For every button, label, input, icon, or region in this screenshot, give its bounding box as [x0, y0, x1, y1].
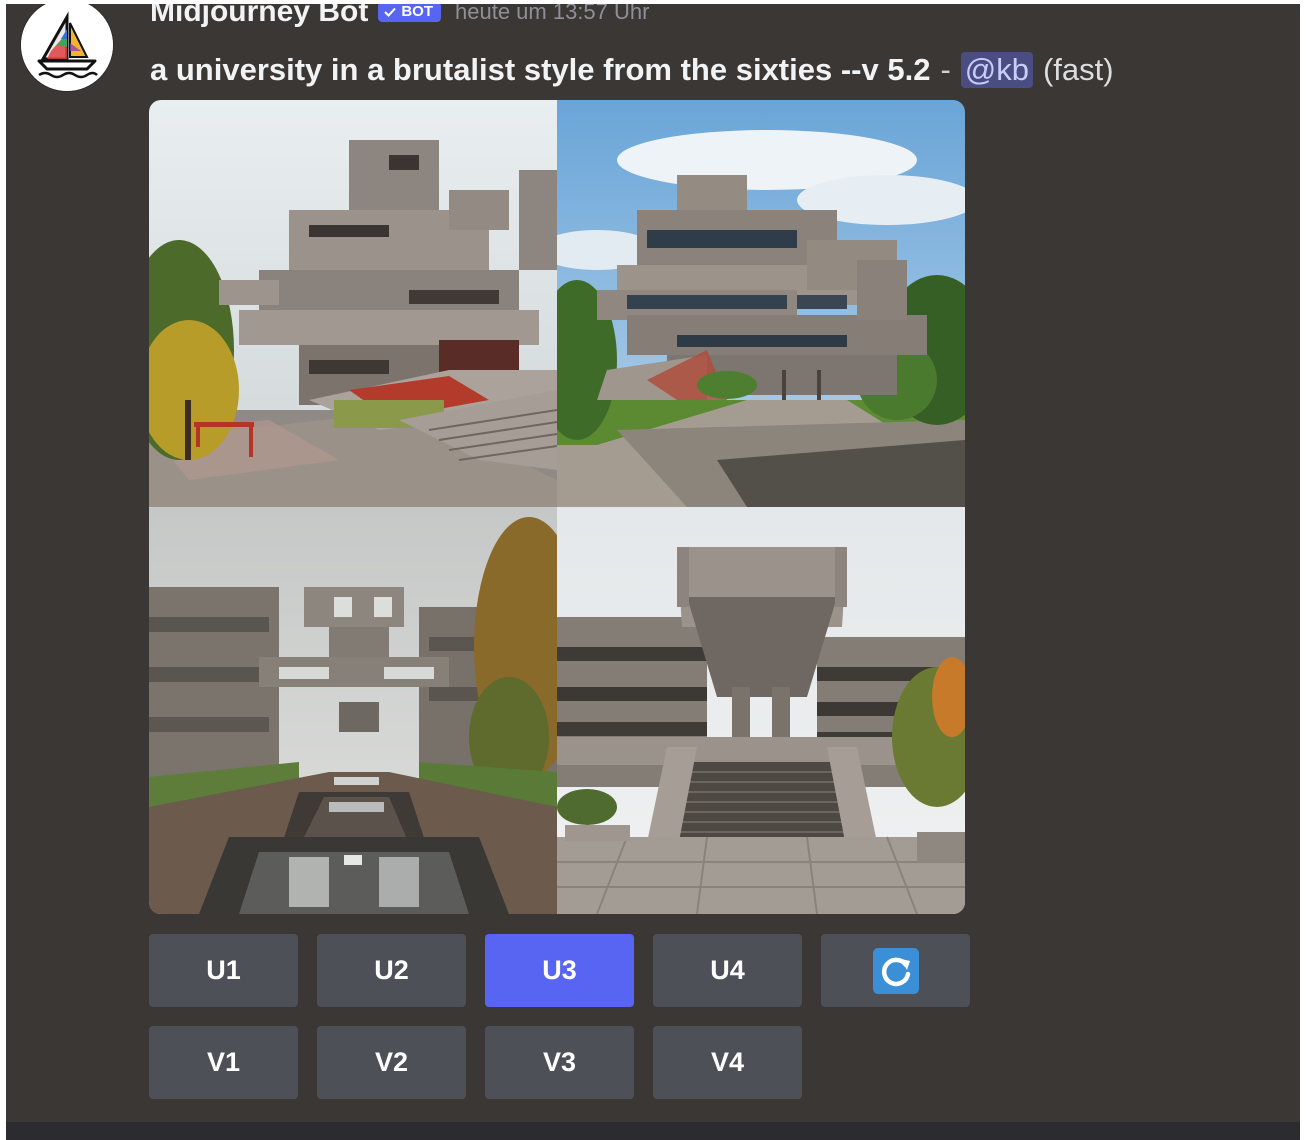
variation-button-v3[interactable]: V3	[485, 1026, 634, 1099]
prompt-text: a university in a brutalist style from t…	[150, 52, 931, 87]
variation-button-row: V1 V2 V3 V4	[149, 1026, 802, 1099]
speed-label: (fast)	[1042, 52, 1114, 87]
bot-avatar[interactable]	[21, 4, 113, 91]
reroll-button[interactable]	[821, 934, 970, 1007]
variation-button-v2[interactable]: V2	[317, 1026, 466, 1099]
checkmark-icon	[384, 7, 397, 17]
variation-button-v4[interactable]: V4	[653, 1026, 802, 1099]
user-mention[interactable]: @kb	[960, 52, 1033, 88]
upscale-button-u1[interactable]: U1	[149, 934, 298, 1007]
separator: -	[940, 52, 951, 87]
message-header: Midjourney Bot BOT heute um 13:57 Uhr	[150, 4, 649, 32]
bot-badge-label: BOT	[401, 4, 433, 20]
upscale-button-u4[interactable]: U4	[653, 934, 802, 1007]
message-content: a university in a brutalist style from t…	[150, 48, 1114, 92]
message-input-area-edge	[6, 1122, 1300, 1140]
upscale-button-u3[interactable]: U3	[485, 934, 634, 1007]
grid-image-3[interactable]	[149, 507, 557, 914]
grid-image-2[interactable]	[557, 100, 965, 507]
grid-image-4[interactable]	[557, 507, 965, 914]
variation-button-v1[interactable]: V1	[149, 1026, 298, 1099]
upscale-button-row: U1 U2 U3 U4	[149, 934, 970, 1007]
upscale-button-u2[interactable]: U2	[317, 934, 466, 1007]
sailboat-logo-icon	[21, 4, 113, 91]
message-timestamp: heute um 13:57 Uhr	[455, 4, 650, 24]
grid-image-1[interactable]	[149, 100, 557, 507]
refresh-icon	[872, 947, 919, 994]
image-grid[interactable]	[149, 100, 965, 914]
bot-badge: BOT	[378, 4, 441, 22]
author-name[interactable]: Midjourney Bot	[150, 4, 368, 29]
chat-message-area: Midjourney Bot BOT heute um 13:57 Uhr a …	[6, 4, 1300, 1140]
